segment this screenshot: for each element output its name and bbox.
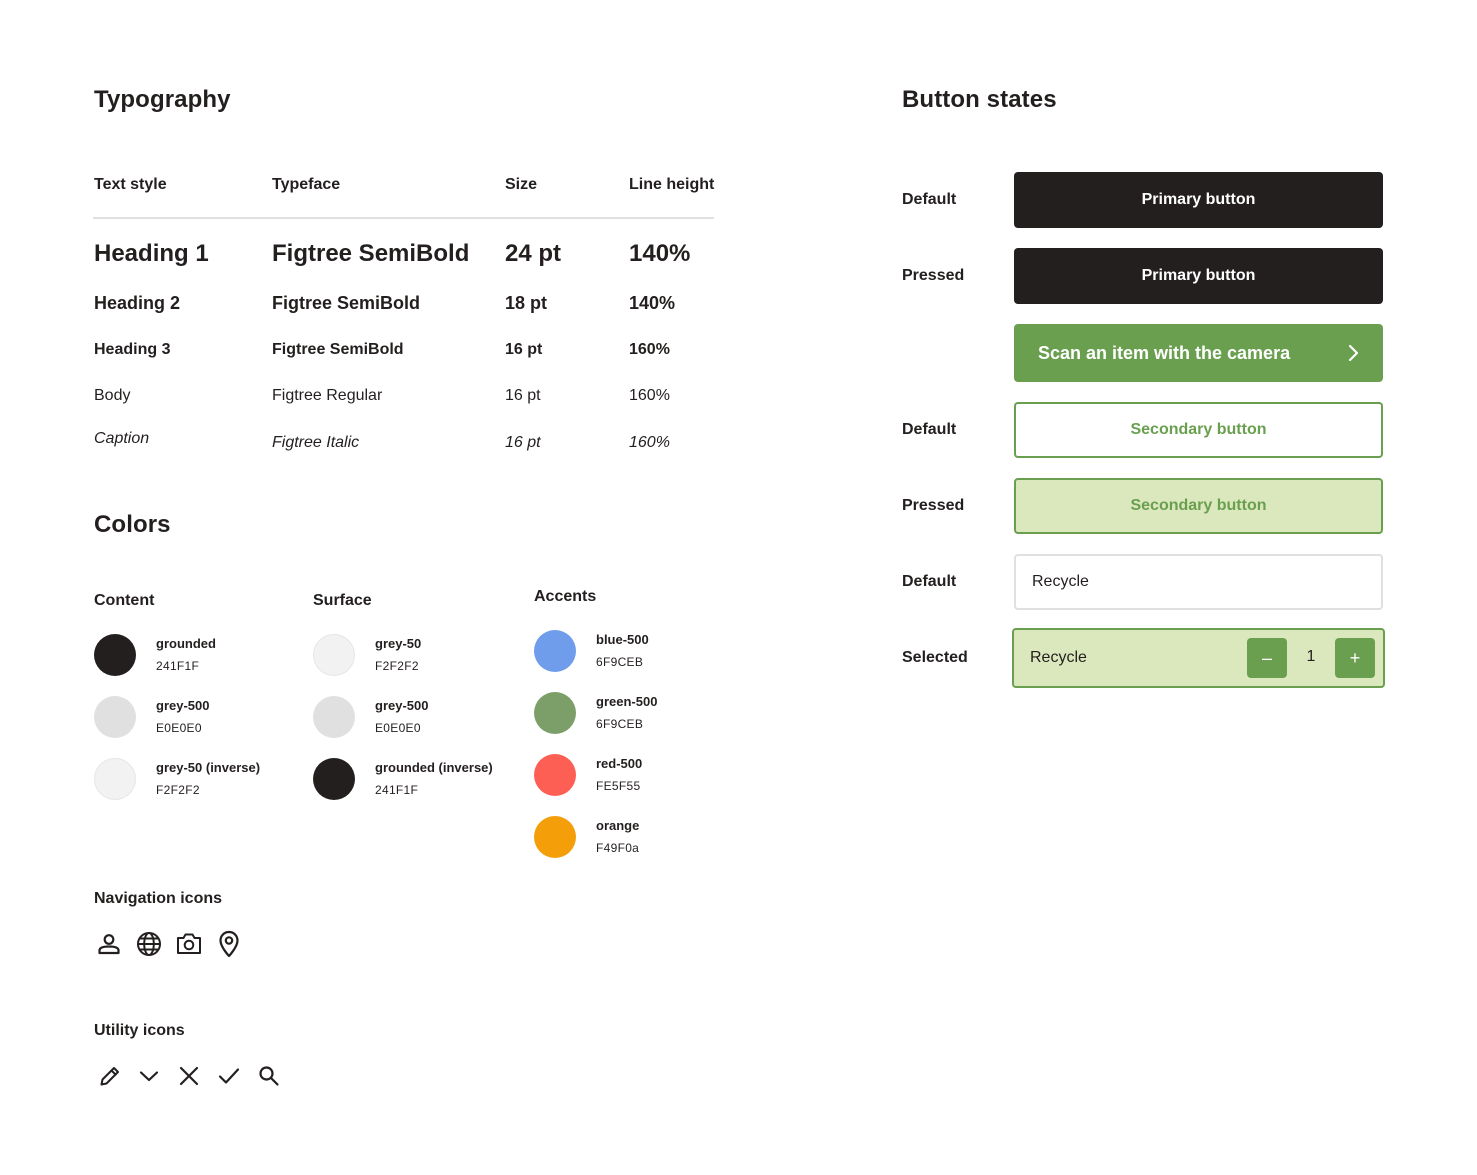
col-header-text-style: Text style bbox=[94, 176, 167, 193]
navigation-icons-title: Navigation icons bbox=[94, 890, 223, 907]
row-size: 18 pt bbox=[505, 293, 548, 313]
swatch-hex: F2F2F2 bbox=[156, 783, 200, 797]
chevron-right-icon bbox=[1345, 343, 1361, 363]
row-style: Heading 1 bbox=[94, 240, 209, 267]
decrement-button[interactable]: – bbox=[1247, 638, 1287, 678]
swatch-circle bbox=[534, 692, 576, 734]
swatch-name: grey-500 bbox=[375, 698, 429, 713]
swatch-circle bbox=[313, 634, 355, 676]
color-group-accents-title: Accents bbox=[534, 588, 597, 605]
row-line-height: 140% bbox=[629, 293, 676, 313]
col-header-typeface: Typeface bbox=[272, 176, 341, 193]
row-line-height: 160% bbox=[629, 341, 670, 358]
button-states-title: Button states bbox=[902, 86, 1057, 113]
state-label-default: Default bbox=[902, 573, 957, 590]
primary-button-pressed[interactable]: Primary button bbox=[1014, 248, 1383, 304]
row-style: Heading 2 bbox=[94, 293, 181, 313]
swatch-circle bbox=[94, 634, 136, 676]
row-size: 16 pt bbox=[505, 387, 541, 404]
swatch-name: grounded (inverse) bbox=[375, 760, 493, 775]
close-icon bbox=[176, 1063, 202, 1089]
swatch-name: red-500 bbox=[596, 756, 643, 771]
color-group-content-title: Content bbox=[94, 592, 155, 609]
chevron-down-icon bbox=[136, 1063, 162, 1089]
utility-icons-title: Utility icons bbox=[94, 1022, 185, 1039]
row-line-height: 160% bbox=[629, 434, 670, 451]
swatch-name: grey-50 bbox=[375, 636, 422, 651]
swatch-hex: 241F1F bbox=[156, 659, 200, 673]
increment-button[interactable]: + bbox=[1335, 638, 1375, 678]
state-label-pressed: Pressed bbox=[902, 267, 965, 284]
button-label: Secondary button bbox=[1130, 421, 1267, 438]
swatch-circle bbox=[94, 758, 136, 800]
swatch-circle bbox=[534, 816, 576, 858]
state-label-pressed: Pressed bbox=[902, 497, 965, 514]
secondary-button-default[interactable]: Secondary button bbox=[1014, 402, 1383, 458]
swatch-circle bbox=[94, 696, 136, 738]
check-icon bbox=[216, 1063, 242, 1089]
row-typeface: Figtree SemiBold bbox=[272, 341, 404, 358]
scan-item-button[interactable]: Scan an item with the camera bbox=[1014, 324, 1383, 382]
swatch-hex: 6F9CEB bbox=[596, 655, 644, 669]
swatch-hex: F2F2F2 bbox=[375, 659, 419, 673]
option-label: Recycle bbox=[1032, 573, 1089, 590]
button-label: Secondary button bbox=[1130, 497, 1267, 514]
pencil-icon bbox=[97, 1063, 123, 1089]
primary-button-default[interactable]: Primary button bbox=[1014, 172, 1383, 228]
swatch-hex: F49F0a bbox=[596, 841, 640, 855]
map-pin-icon bbox=[216, 930, 242, 958]
quantity-value: 1 bbox=[1306, 648, 1316, 665]
row-typeface: Figtree Regular bbox=[272, 387, 383, 404]
swatch-hex: E0E0E0 bbox=[156, 721, 202, 735]
row-size: 24 pt bbox=[505, 240, 562, 267]
swatch-circle bbox=[313, 696, 355, 738]
row-size: 16 pt bbox=[505, 341, 543, 358]
table-divider bbox=[93, 217, 714, 219]
state-label-default: Default bbox=[902, 191, 957, 208]
button-label: Scan an item with the camera bbox=[1038, 342, 1291, 363]
camera-icon bbox=[176, 931, 202, 957]
row-typeface: Figtree SemiBold bbox=[272, 240, 470, 267]
row-style: Heading 3 bbox=[94, 341, 171, 358]
swatch-hex: 6F9CEB bbox=[596, 717, 644, 731]
state-label-selected: Selected bbox=[902, 649, 968, 666]
recycle-option-selected[interactable]: Recycle – 1 + bbox=[1012, 628, 1385, 688]
search-icon bbox=[256, 1063, 282, 1089]
swatch-name: grey-50 (inverse) bbox=[156, 760, 261, 775]
state-label-default: Default bbox=[902, 421, 957, 438]
button-label: Primary button bbox=[1141, 191, 1256, 208]
typography-title: Typography bbox=[94, 86, 231, 113]
option-label: Recycle bbox=[1030, 649, 1087, 666]
swatch-hex: FE5F55 bbox=[596, 779, 641, 793]
row-size: 16 pt bbox=[505, 434, 541, 451]
swatch-hex: E0E0E0 bbox=[375, 721, 421, 735]
swatch-circle bbox=[534, 630, 576, 672]
color-group-surface-title: Surface bbox=[313, 592, 372, 609]
swatch-name: grey-500 bbox=[156, 698, 210, 713]
swatch-name: blue-500 bbox=[596, 632, 649, 647]
row-typeface: Figtree Italic bbox=[272, 434, 360, 451]
row-line-height: 160% bbox=[629, 387, 670, 404]
globe-icon bbox=[136, 931, 162, 957]
button-label: Primary button bbox=[1141, 267, 1256, 284]
colors-title: Colors bbox=[94, 511, 171, 538]
col-header-line-height: Line height bbox=[629, 176, 715, 193]
user-icon bbox=[96, 931, 122, 957]
recycle-option-default[interactable]: Recycle bbox=[1014, 554, 1383, 610]
row-style: Caption bbox=[94, 430, 150, 447]
swatch-hex: 241F1F bbox=[375, 783, 419, 797]
row-line-height: 140% bbox=[629, 240, 691, 267]
row-style: Body bbox=[94, 387, 131, 404]
secondary-button-pressed[interactable]: Secondary button bbox=[1014, 478, 1383, 534]
swatch-name: orange bbox=[596, 818, 640, 833]
swatch-circle bbox=[313, 758, 355, 800]
row-typeface: Figtree SemiBold bbox=[272, 293, 421, 313]
swatch-circle bbox=[534, 754, 576, 796]
swatch-name: grounded bbox=[156, 636, 216, 651]
swatch-name: green-500 bbox=[596, 694, 658, 709]
col-header-size: Size bbox=[505, 176, 538, 193]
